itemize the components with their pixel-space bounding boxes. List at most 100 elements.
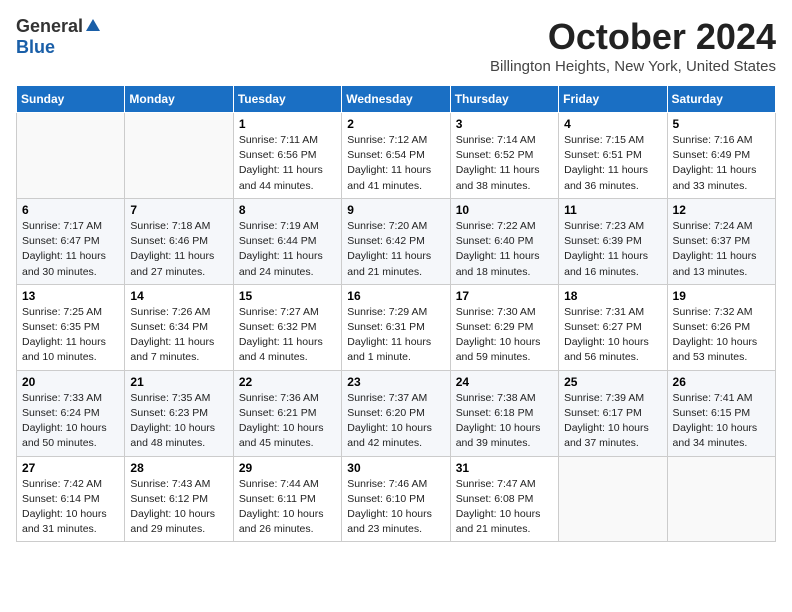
day-number: 4 bbox=[564, 117, 661, 131]
weekday-header-thursday: Thursday bbox=[450, 86, 558, 113]
day-info: Sunrise: 7:42 AMSunset: 6:14 PMDaylight:… bbox=[22, 477, 119, 538]
weekday-header-friday: Friday bbox=[559, 86, 667, 113]
day-number: 20 bbox=[22, 375, 119, 389]
day-info: Sunrise: 7:29 AMSunset: 6:31 PMDaylight:… bbox=[347, 305, 444, 366]
day-cell: 30Sunrise: 7:46 AMSunset: 6:10 PMDayligh… bbox=[342, 456, 450, 542]
day-cell: 7 Sunrise: 7:18 AMSunset: 6:46 PMDaylight… bbox=[125, 198, 233, 284]
day-number: 27 bbox=[22, 461, 119, 475]
day-cell: 26 Sunrise: 7:41 AMSunset: 6:15 PMDayligh… bbox=[667, 370, 775, 456]
day-number: 14 bbox=[130, 289, 227, 303]
day-number: 16 bbox=[347, 289, 444, 303]
calendar-table: SundayMondayTuesdayWednesdayThursdayFrid… bbox=[16, 85, 776, 542]
day-cell: 19 Sunrise: 7:32 AMSunset: 6:26 PMDayligh… bbox=[667, 284, 775, 370]
day-cell: 5Sunrise: 7:16 AMSunset: 6:49 PMDaylight… bbox=[667, 113, 775, 199]
month-title: October 2024 bbox=[490, 16, 776, 58]
logo-blue-text: Blue bbox=[16, 37, 55, 58]
day-cell: 11Sunrise: 7:23 AMSunset: 6:39 PMDayligh… bbox=[559, 198, 667, 284]
day-cell: 20 Sunrise: 7:33 AMSunset: 6:24 PMDayligh… bbox=[17, 370, 125, 456]
day-cell: 29 Sunrise: 7:44 AMSunset: 6:11 PMDayligh… bbox=[233, 456, 341, 542]
day-number: 22 bbox=[239, 375, 336, 389]
day-cell: 25 Sunrise: 7:39 AMSunset: 6:17 PMDayligh… bbox=[559, 370, 667, 456]
week-row-1: 1 Sunrise: 7:11 AMSunset: 6:56 PMDaylight… bbox=[17, 113, 776, 199]
day-info: Sunrise: 7:38 AMSunset: 6:18 PMDaylight:… bbox=[456, 391, 553, 452]
day-cell: 2 Sunrise: 7:12 AMSunset: 6:54 PMDaylight… bbox=[342, 113, 450, 199]
day-info: Sunrise: 7:19 AMSunset: 6:44 PMDaylight:… bbox=[239, 219, 336, 280]
day-info: Sunrise: 7:24 AMSunset: 6:37 PMDaylight:… bbox=[673, 219, 770, 280]
day-cell: 15 Sunrise: 7:27 AMSunset: 6:32 PMDayligh… bbox=[233, 284, 341, 370]
day-number: 12 bbox=[673, 203, 770, 217]
day-number: 6 bbox=[22, 203, 119, 217]
day-info: Sunrise: 7:25 AMSunset: 6:35 PMDaylight:… bbox=[22, 305, 119, 366]
day-info: Sunrise: 7:12 AMSunset: 6:54 PMDaylight:… bbox=[347, 133, 444, 194]
day-number: 24 bbox=[456, 375, 553, 389]
day-number: 9 bbox=[347, 203, 444, 217]
weekday-header-sunday: Sunday bbox=[17, 86, 125, 113]
title-block: October 2024 Billington Heights, New Yor… bbox=[490, 16, 776, 75]
day-cell: 14 Sunrise: 7:26 AMSunset: 6:34 PMDayligh… bbox=[125, 284, 233, 370]
day-number: 10 bbox=[456, 203, 553, 217]
day-info: Sunrise: 7:14 AMSunset: 6:52 PMDaylight:… bbox=[456, 133, 553, 194]
logo-general-text: General bbox=[16, 16, 83, 37]
day-info: Sunrise: 7:26 AMSunset: 6:34 PMDaylight:… bbox=[130, 305, 227, 366]
day-cell: 21 Sunrise: 7:35 AMSunset: 6:23 PMDayligh… bbox=[125, 370, 233, 456]
day-cell: 6 Sunrise: 7:17 AMSunset: 6:47 PMDaylight… bbox=[17, 198, 125, 284]
day-number: 1 bbox=[239, 117, 336, 131]
day-number: 26 bbox=[673, 375, 770, 389]
day-number: 30 bbox=[347, 461, 444, 475]
day-info: Sunrise: 7:31 AMSunset: 6:27 PMDaylight:… bbox=[564, 305, 661, 366]
day-number: 29 bbox=[239, 461, 336, 475]
day-number: 19 bbox=[673, 289, 770, 303]
day-number: 18 bbox=[564, 289, 661, 303]
day-number: 11 bbox=[564, 203, 661, 217]
day-cell: 27 Sunrise: 7:42 AMSunset: 6:14 PMDayligh… bbox=[17, 456, 125, 542]
day-cell: 4Sunrise: 7:15 AMSunset: 6:51 PMDaylight… bbox=[559, 113, 667, 199]
day-number: 23 bbox=[347, 375, 444, 389]
day-cell: 31Sunrise: 7:47 AMSunset: 6:08 PMDayligh… bbox=[450, 456, 558, 542]
day-cell bbox=[667, 456, 775, 542]
day-info: Sunrise: 7:27 AMSunset: 6:32 PMDaylight:… bbox=[239, 305, 336, 366]
day-number: 25 bbox=[564, 375, 661, 389]
day-cell: 28Sunrise: 7:43 AMSunset: 6:12 PMDayligh… bbox=[125, 456, 233, 542]
day-cell bbox=[125, 113, 233, 199]
day-info: Sunrise: 7:44 AMSunset: 6:11 PMDaylight:… bbox=[239, 477, 336, 538]
day-cell: 22 Sunrise: 7:36 AMSunset: 6:21 PMDayligh… bbox=[233, 370, 341, 456]
day-info: Sunrise: 7:47 AMSunset: 6:08 PMDaylight:… bbox=[456, 477, 553, 538]
day-cell: 18 Sunrise: 7:31 AMSunset: 6:27 PMDayligh… bbox=[559, 284, 667, 370]
day-number: 2 bbox=[347, 117, 444, 131]
logo-icon bbox=[84, 17, 102, 35]
page-header: General Blue October 2024 Billington Hei… bbox=[16, 16, 776, 75]
day-number: 28 bbox=[130, 461, 227, 475]
day-info: Sunrise: 7:41 AMSunset: 6:15 PMDaylight:… bbox=[673, 391, 770, 452]
day-cell: 16 Sunrise: 7:29 AMSunset: 6:31 PMDayligh… bbox=[342, 284, 450, 370]
day-cell bbox=[17, 113, 125, 199]
day-cell: 17 Sunrise: 7:30 AMSunset: 6:29 PMDayligh… bbox=[450, 284, 558, 370]
week-row-2: 6 Sunrise: 7:17 AMSunset: 6:47 PMDaylight… bbox=[17, 198, 776, 284]
weekday-header-wednesday: Wednesday bbox=[342, 86, 450, 113]
weekday-header-tuesday: Tuesday bbox=[233, 86, 341, 113]
week-row-3: 13 Sunrise: 7:25 AMSunset: 6:35 PMDayligh… bbox=[17, 284, 776, 370]
day-info: Sunrise: 7:17 AMSunset: 6:47 PMDaylight:… bbox=[22, 219, 119, 280]
day-number: 15 bbox=[239, 289, 336, 303]
logo: General Blue bbox=[16, 16, 102, 58]
day-info: Sunrise: 7:37 AMSunset: 6:20 PMDaylight:… bbox=[347, 391, 444, 452]
day-cell: 13 Sunrise: 7:25 AMSunset: 6:35 PMDayligh… bbox=[17, 284, 125, 370]
day-number: 7 bbox=[130, 203, 227, 217]
day-number: 17 bbox=[456, 289, 553, 303]
day-number: 8 bbox=[239, 203, 336, 217]
day-info: Sunrise: 7:30 AMSunset: 6:29 PMDaylight:… bbox=[456, 305, 553, 366]
day-info: Sunrise: 7:22 AMSunset: 6:40 PMDaylight:… bbox=[456, 219, 553, 280]
day-cell: 9Sunrise: 7:20 AMSunset: 6:42 PMDaylight… bbox=[342, 198, 450, 284]
location-title: Billington Heights, New York, United Sta… bbox=[490, 58, 776, 75]
day-number: 13 bbox=[22, 289, 119, 303]
day-info: Sunrise: 7:33 AMSunset: 6:24 PMDaylight:… bbox=[22, 391, 119, 452]
day-cell: 3Sunrise: 7:14 AMSunset: 6:52 PMDaylight… bbox=[450, 113, 558, 199]
day-info: Sunrise: 7:36 AMSunset: 6:21 PMDaylight:… bbox=[239, 391, 336, 452]
day-info: Sunrise: 7:11 AMSunset: 6:56 PMDaylight:… bbox=[239, 133, 336, 194]
week-row-4: 20 Sunrise: 7:33 AMSunset: 6:24 PMDayligh… bbox=[17, 370, 776, 456]
day-info: Sunrise: 7:39 AMSunset: 6:17 PMDaylight:… bbox=[564, 391, 661, 452]
day-info: Sunrise: 7:35 AMSunset: 6:23 PMDaylight:… bbox=[130, 391, 227, 452]
day-info: Sunrise: 7:32 AMSunset: 6:26 PMDaylight:… bbox=[673, 305, 770, 366]
day-number: 21 bbox=[130, 375, 227, 389]
day-info: Sunrise: 7:18 AMSunset: 6:46 PMDaylight:… bbox=[130, 219, 227, 280]
day-cell: 24 Sunrise: 7:38 AMSunset: 6:18 PMDayligh… bbox=[450, 370, 558, 456]
